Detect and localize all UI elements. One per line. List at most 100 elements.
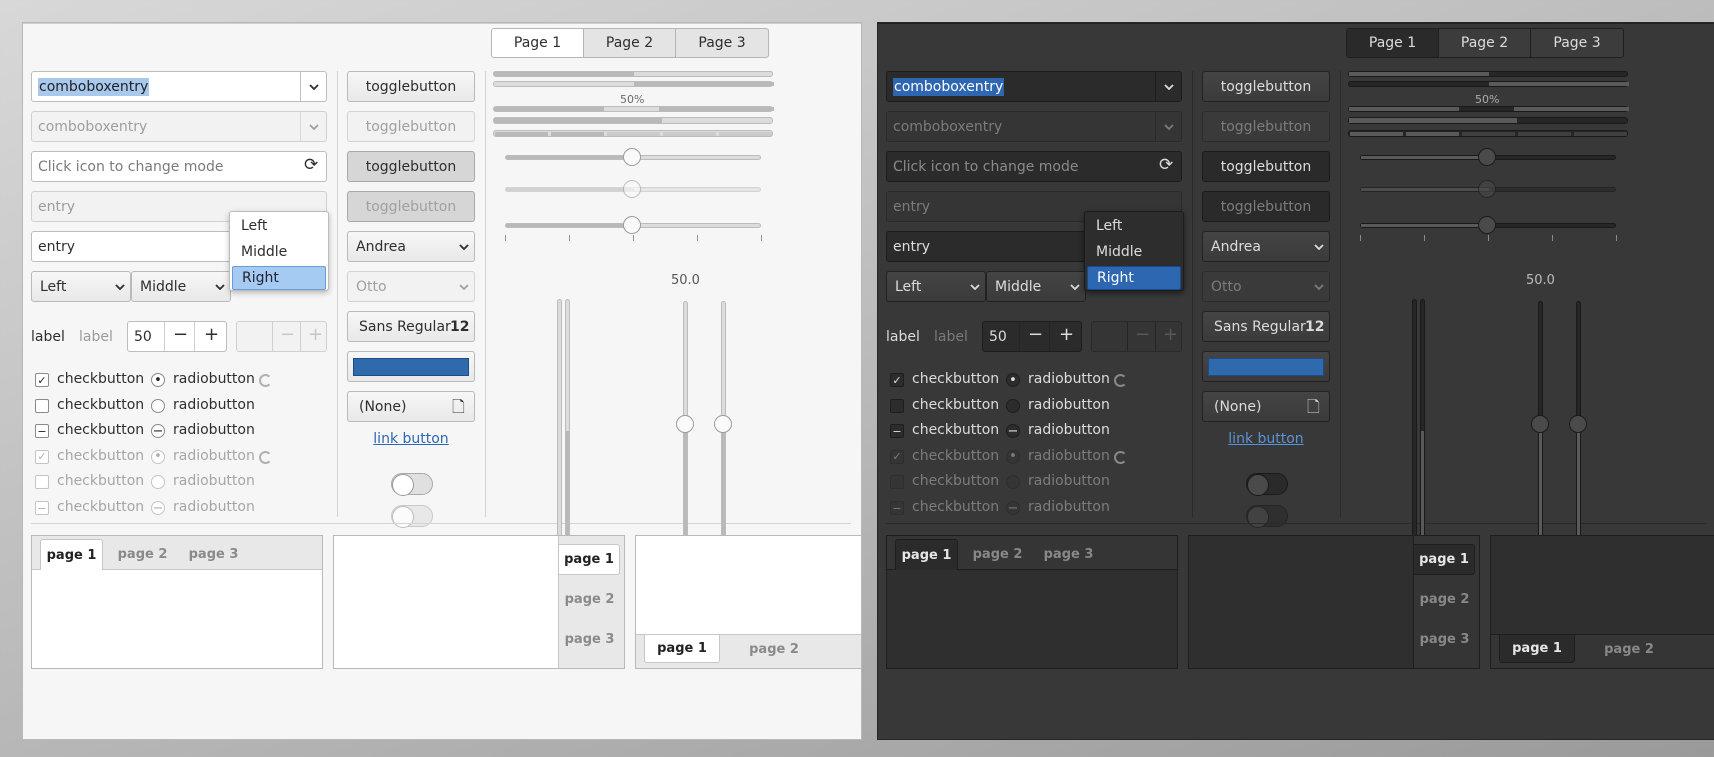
radio[interactable]: − (151, 424, 165, 439)
color-button[interactable] (1202, 351, 1330, 382)
combobox-entry-text[interactable]: comboboxentry (38, 78, 150, 96)
notebook-tab-1[interactable]: page 1 (644, 635, 720, 663)
notebook-tab-2[interactable]: page 2 (736, 635, 812, 663)
checkbox[interactable]: − (890, 424, 904, 439)
file-chooser-button[interactable]: (None) 🗋 (347, 391, 475, 422)
notebook-tab-2[interactable]: page 2 (559, 584, 620, 615)
switch-on[interactable] (1246, 473, 1288, 496)
vertical-scale-knob[interactable] (676, 415, 694, 433)
checkbox[interactable]: ✓ (890, 373, 904, 387)
popup-item-middle[interactable]: Middle (232, 241, 326, 265)
notebook-tab-2[interactable]: page 2 (1591, 635, 1667, 663)
check-label[interactable]: checkbutton (912, 371, 999, 387)
progress-fill (1349, 118, 1517, 123)
notebook-tab-2[interactable]: page 2 (1414, 584, 1475, 615)
font-button[interactable]: Sans Regular 12 (347, 311, 475, 342)
radio[interactable] (151, 398, 165, 413)
radio[interactable] (1006, 398, 1020, 413)
combobox-entry-text[interactable]: comboboxentry (893, 78, 1005, 96)
combo-middle[interactable]: Middle (131, 271, 231, 302)
scale-slider-knob[interactable] (623, 148, 641, 166)
spin-button[interactable]: 50 − + (127, 321, 227, 352)
toggle-button[interactable]: togglebutton (1202, 71, 1330, 102)
toggle-button[interactable]: togglebutton (347, 151, 475, 182)
toggle-label: togglebutton (1220, 79, 1312, 95)
radio[interactable]: • (1006, 373, 1020, 387)
radio-label[interactable]: radiobutton (1028, 422, 1110, 438)
combo-andrea[interactable]: Andrea (347, 231, 475, 262)
vertical-scale-knob[interactable] (714, 415, 732, 433)
combo-left[interactable]: Left (886, 271, 986, 302)
vertical-scale-knob[interactable] (1569, 415, 1587, 433)
progress-segment (719, 132, 772, 136)
entry-text[interactable]: entry (38, 239, 75, 255)
radio[interactable]: • (151, 373, 165, 387)
tab-page-2[interactable]: Page 2 (1439, 29, 1531, 57)
check-label[interactable]: checkbutton (912, 422, 999, 438)
combobox-entry[interactable]: comboboxentry (31, 71, 327, 102)
notebook-tab-1[interactable]: page 1 (40, 539, 103, 570)
switch-knob (392, 506, 414, 528)
switch-on[interactable] (391, 473, 433, 496)
tab-page-1[interactable]: Page 1 (492, 29, 584, 57)
popup-item-left[interactable]: Left (232, 215, 326, 239)
scale-slider-knob[interactable] (623, 216, 641, 234)
scale-slider-knob[interactable] (1478, 148, 1496, 166)
checkbox[interactable]: − (35, 424, 49, 439)
radio-label[interactable]: radiobutton (173, 397, 255, 413)
link-button[interactable]: link button (1202, 431, 1330, 447)
font-button[interactable]: Sans Regular 12 (1202, 311, 1330, 342)
notebook-tab-3[interactable]: page 3 (559, 624, 620, 655)
refresh-icon[interactable]: ⟳ (1159, 155, 1173, 175)
tab-page-1[interactable]: Page 1 (1347, 29, 1439, 57)
combobox-entry[interactable]: comboboxentry (886, 71, 1182, 102)
check-label[interactable]: checkbutton (57, 422, 144, 438)
icon-entry[interactable]: Click icon to change mode ⟳ (31, 151, 327, 182)
combo-middle[interactable]: Middle (986, 271, 1086, 302)
link-button[interactable]: link button (347, 431, 475, 447)
notebook-tab-3[interactable]: page 3 (1414, 624, 1475, 655)
tab-page-3[interactable]: Page 3 (676, 29, 768, 57)
notebook-tab-1[interactable]: page 1 (1414, 544, 1475, 575)
tab-page-3[interactable]: Page 3 (1531, 29, 1623, 57)
entry-text[interactable]: entry (893, 239, 930, 255)
combo-andrea[interactable]: Andrea (1202, 231, 1330, 262)
toggle-button[interactable]: togglebutton (347, 71, 475, 102)
refresh-icon[interactable]: ⟳ (304, 155, 318, 175)
radio-label[interactable]: radiobutton (1028, 371, 1110, 387)
icon-entry[interactable]: Click icon to change mode ⟳ (886, 151, 1182, 182)
spin-button[interactable]: 50 − + (982, 321, 1082, 352)
radio-label[interactable]: radiobutton (173, 422, 255, 438)
checkbox[interactable] (35, 398, 49, 413)
spin-value[interactable]: 50 (989, 329, 1007, 345)
popup-item-right[interactable]: Right (232, 266, 326, 290)
radio-label[interactable]: radiobutton (173, 371, 255, 387)
progress-segment (1406, 132, 1459, 136)
check-label[interactable]: checkbutton (912, 397, 999, 413)
radio[interactable]: − (1006, 424, 1020, 439)
notebook-tab-2[interactable]: page 2 (966, 539, 1029, 570)
tab-page-2[interactable]: Page 2 (584, 29, 676, 57)
radio-label[interactable]: radiobutton (1028, 397, 1110, 413)
toggle-button[interactable]: togglebutton (1202, 151, 1330, 182)
check-label[interactable]: checkbutton (57, 397, 144, 413)
checkbox[interactable]: ✓ (35, 373, 49, 387)
scale-slider-knob[interactable] (1478, 216, 1496, 234)
popup-item-right[interactable]: Right (1087, 266, 1181, 290)
radio (151, 475, 165, 490)
vertical-scale-knob[interactable] (1531, 415, 1549, 433)
notebook-tab-3[interactable]: page 3 (182, 539, 245, 570)
notebook-tab-2[interactable]: page 2 (111, 539, 174, 570)
combo-left[interactable]: Left (31, 271, 131, 302)
notebook-tab-1[interactable]: page 1 (895, 539, 958, 570)
popup-item-left[interactable]: Left (1087, 215, 1181, 239)
checkbox[interactable] (890, 398, 904, 413)
popup-item-middle[interactable]: Middle (1087, 241, 1181, 265)
notebook-tab-3[interactable]: page 3 (1037, 539, 1100, 570)
file-chooser-button[interactable]: (None) 🗋 (1202, 391, 1330, 422)
check-label[interactable]: checkbutton (57, 371, 144, 387)
notebook-tab-1[interactable]: page 1 (559, 544, 620, 575)
spin-value[interactable]: 50 (134, 329, 152, 345)
color-button[interactable] (347, 351, 475, 382)
notebook-tab-1[interactable]: page 1 (1499, 635, 1575, 663)
